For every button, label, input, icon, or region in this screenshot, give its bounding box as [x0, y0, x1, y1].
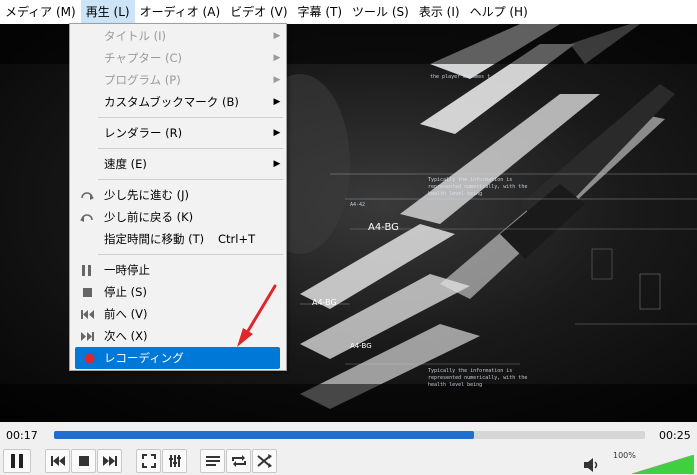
no-icon	[70, 228, 104, 250]
overlay-label: A4-BG	[350, 342, 372, 350]
menu-item-label: タイトル (I)	[104, 29, 167, 43]
submenu-arrow-icon: ▶	[273, 53, 281, 63]
equalizer-icon	[168, 455, 181, 467]
shuffle-button[interactable]	[252, 449, 277, 473]
overlay-text: Typically the information is	[428, 177, 513, 183]
menu-item-1: チャプター (C) ▶	[70, 47, 286, 69]
menu-bar: メディア (M) 再生 (L) オーディオ (A) ビデオ (V) 字幕 (T) ツール …	[0, 0, 697, 24]
menu-item-label: 少し前に戻る (K)	[104, 210, 194, 224]
no-icon	[70, 153, 104, 175]
overlay-text: health level being	[428, 191, 483, 197]
fullscreen-button[interactable]	[136, 449, 161, 473]
menu-item-15[interactable]: 前へ (V)	[70, 303, 286, 325]
menu-item-2: プログラム (P) ▶	[70, 69, 286, 91]
no-icon	[70, 47, 104, 69]
next-button[interactable]	[97, 449, 122, 473]
overlay-text: the player becomes t	[430, 74, 491, 80]
pause-icon	[70, 259, 104, 281]
menu-0[interactable]: メディア (M)	[0, 0, 81, 24]
menu-item-label: レコーディング	[104, 351, 184, 365]
elapsed-time: 00:17	[6, 429, 38, 442]
overlay-label: A4-BG	[368, 222, 399, 233]
submenu-arrow-icon: ▶	[273, 75, 281, 85]
playlist-icon	[205, 456, 220, 466]
overlay-label: A4-BG	[312, 298, 337, 307]
no-icon	[70, 25, 104, 47]
next-icon	[102, 456, 117, 466]
playlist-button[interactable]	[200, 449, 225, 473]
submenu-arrow-icon: ▶	[273, 159, 281, 169]
no-icon	[70, 91, 104, 113]
loop-button[interactable]	[226, 449, 251, 473]
overlay-text: A4-42	[350, 202, 366, 208]
menu-item-14[interactable]: 停止 (S)	[70, 281, 286, 303]
menu-item-label: カスタムブックマーク (B)	[104, 95, 239, 109]
menu-separator	[98, 179, 283, 180]
menu-7[interactable]: ヘルプ (H)	[465, 0, 533, 24]
stop-icon	[78, 456, 89, 466]
play-pause-button[interactable]	[3, 449, 31, 473]
menu-item-7[interactable]: 速度 (E) ▶	[70, 153, 286, 175]
menu-1[interactable]: 再生 (L)	[80, 0, 135, 24]
next-icon	[70, 325, 104, 347]
shortcut-label: Ctrl+T	[218, 232, 256, 246]
menu-item-11[interactable]: 指定時間に移動 (T) Ctrl+T	[70, 228, 286, 250]
menu-item-label: プログラム (P)	[104, 73, 181, 87]
menu-item-0: タイトル (I) ▶	[70, 25, 286, 47]
overlay-text: represented numerically, with the	[428, 375, 528, 381]
loop-icon	[231, 455, 246, 467]
menu-5[interactable]: ツール (S)	[347, 0, 414, 24]
menu-3[interactable]: ビデオ (V)	[225, 0, 292, 24]
menu-6[interactable]: 表示 (I)	[414, 0, 465, 24]
menu-item-9[interactable]: 少し先に進む (J)	[70, 184, 286, 206]
stop-button[interactable]	[71, 449, 96, 473]
menu-item-5[interactable]: レンダラー (R) ▶	[70, 122, 286, 144]
menu-item-17[interactable]: レコーディング	[75, 347, 280, 369]
no-icon	[70, 69, 104, 91]
playback-menu: タイトル (I) ▶ チャプター (C) ▶ プログラム (P) ▶ カスタムブックマーク …	[69, 23, 287, 371]
previous-icon	[50, 456, 65, 466]
menu-separator	[98, 254, 283, 255]
menu-separator	[98, 148, 283, 149]
overlay-text: represented numerically, with the	[428, 184, 528, 190]
step-back-icon	[70, 206, 104, 228]
menu-item-13[interactable]: 一時停止	[70, 259, 286, 281]
menu-item-label: 指定時間に移動 (T)	[104, 232, 205, 246]
menu-item-label: 少し先に進む (J)	[104, 188, 190, 202]
menu-item-label: チャプター (C)	[104, 51, 183, 65]
menu-item-16[interactable]: 次へ (X)	[70, 325, 286, 347]
menu-item-label: 停止 (S)	[104, 285, 147, 299]
extended-settings-button[interactable]	[162, 449, 187, 473]
shuffle-icon	[256, 454, 272, 468]
record-icon	[75, 347, 104, 369]
seek-bar[interactable]	[54, 431, 645, 439]
volume-slider[interactable]	[632, 455, 694, 474]
menu-2[interactable]: オーディオ (A)	[135, 0, 226, 24]
previous-icon	[70, 303, 104, 325]
speaker-icon[interactable]	[584, 458, 600, 472]
menu-item-10[interactable]: 少し前に戻る (K)	[70, 206, 286, 228]
step-forward-icon	[70, 184, 104, 206]
submenu-arrow-icon: ▶	[273, 97, 281, 107]
submenu-arrow-icon: ▶	[273, 128, 281, 138]
total-time: 00:25	[659, 429, 691, 442]
menu-separator	[98, 117, 283, 118]
menu-item-label: 前へ (V)	[104, 307, 148, 321]
previous-button[interactable]	[45, 449, 70, 473]
submenu-arrow-icon: ▶	[273, 31, 281, 41]
fullscreen-icon	[141, 454, 156, 468]
no-icon	[70, 122, 104, 144]
stop-icon	[70, 281, 104, 303]
menu-item-3[interactable]: カスタムブックマーク (B) ▶	[70, 91, 286, 113]
seek-progress	[54, 431, 474, 439]
menu-4[interactable]: 字幕 (T)	[293, 0, 348, 24]
pause-icon	[11, 454, 23, 468]
menu-item-label: 速度 (E)	[104, 157, 147, 171]
overlay-text: Typically the information is	[428, 368, 513, 374]
menu-item-label: 一時停止	[104, 263, 150, 277]
menu-item-label: レンダラー (R)	[104, 126, 183, 140]
overlay-text: health level being	[428, 382, 483, 388]
control-panel: 00:17 00:25 100%	[0, 422, 697, 475]
menu-item-label: 次へ (X)	[104, 329, 148, 343]
